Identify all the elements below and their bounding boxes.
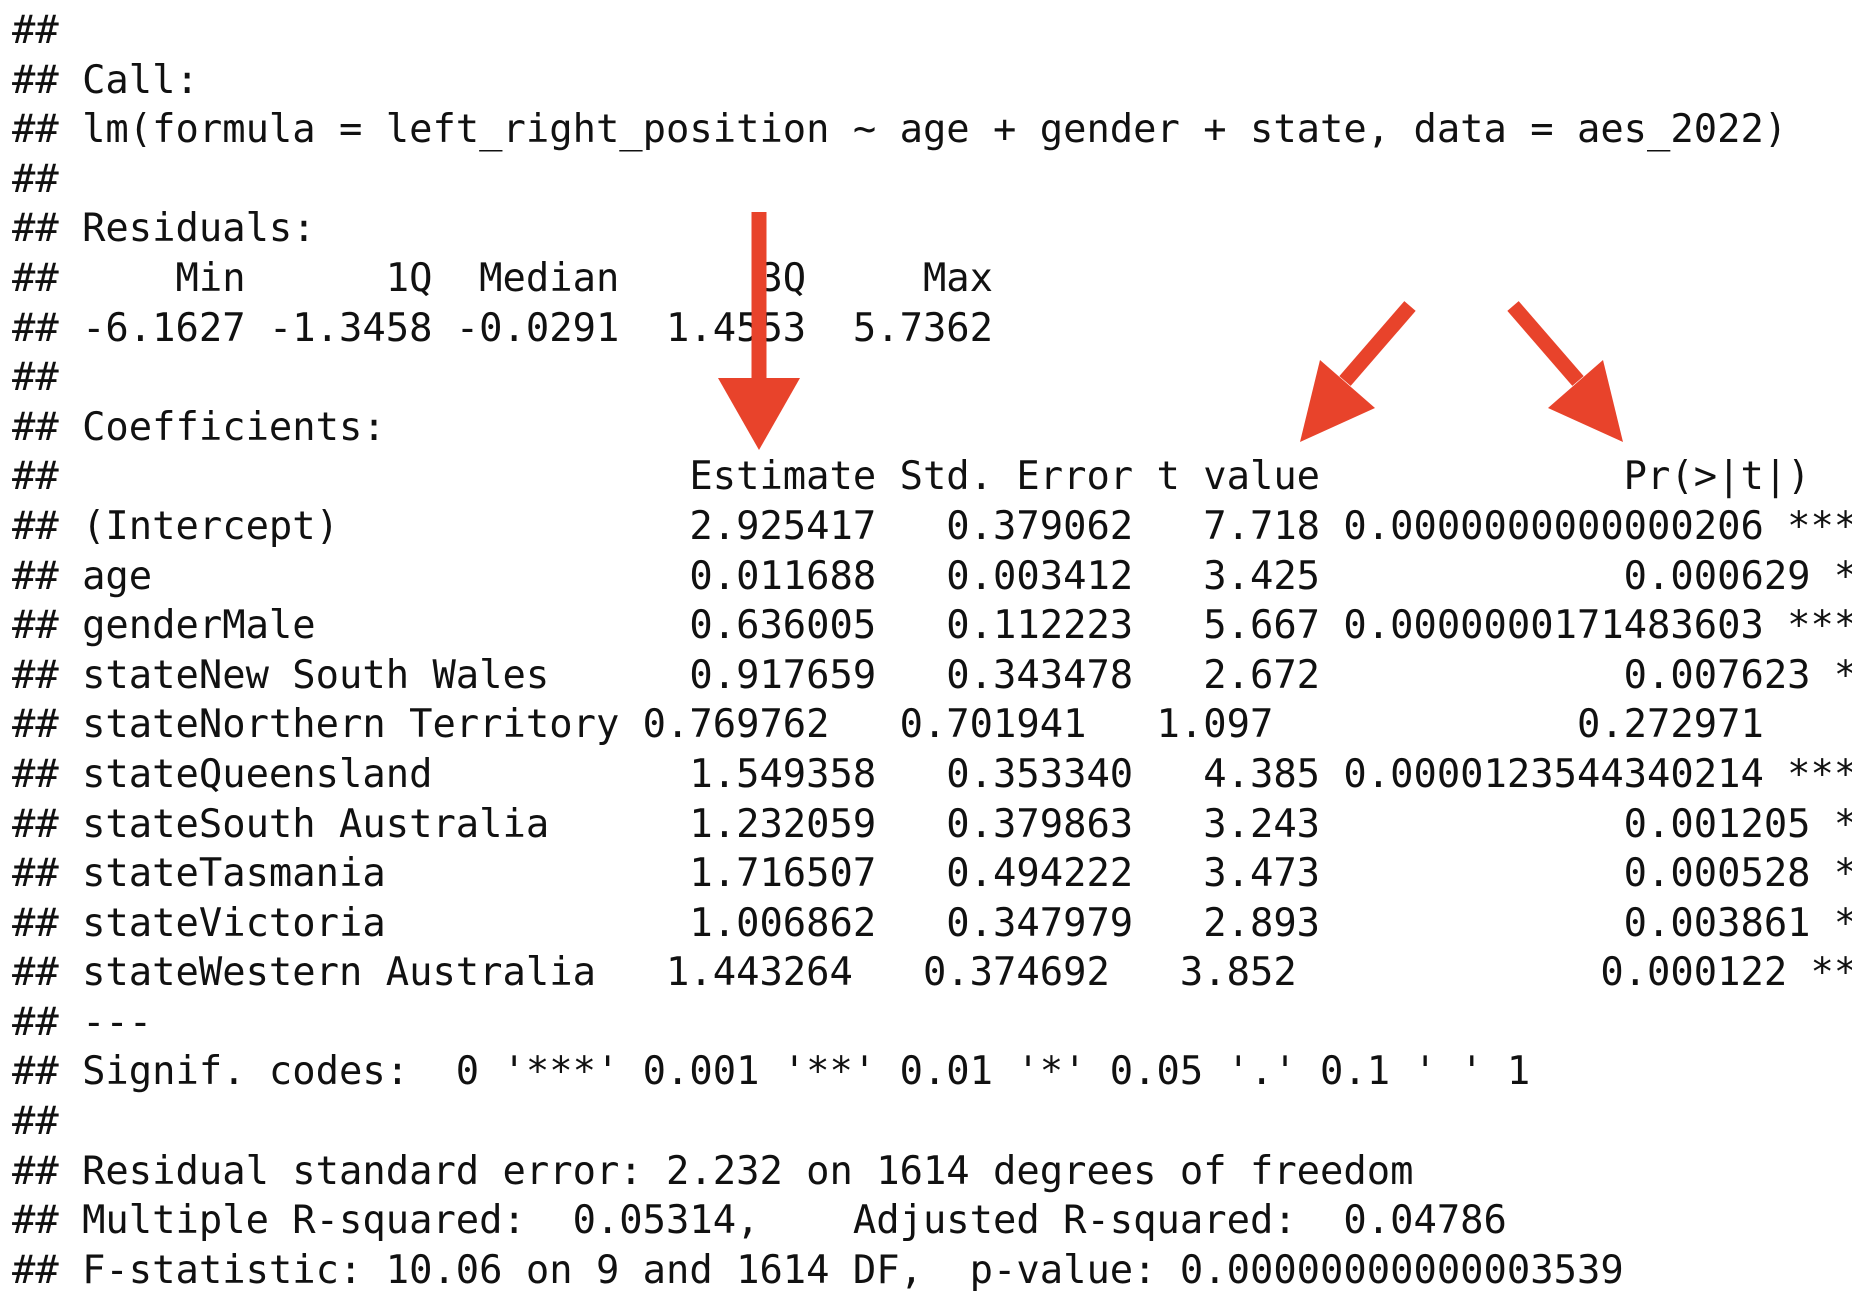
r-squared-line: ## Multiple R-squared: 0.05314, Adjusted… [12, 1198, 1507, 1244]
console-line-7: ## -6.1627 -1.3458 -0.0291 1.4553 5.7362 [12, 305, 994, 351]
coefficient-row-tas: ## stateTasmania 1.716507 0.494222 3.473… [12, 851, 1852, 897]
coefficient-row-age: ## age 0.011688 0.003412 3.425 0.000629 … [12, 553, 1852, 599]
console-line-4: ## [12, 156, 59, 202]
console-line-8: ## [12, 355, 59, 401]
r-console-output: ## ## Call: ## lm(formula = left_right_pos… [12, 6, 1852, 1295]
coefficient-row-nsw: ## stateNew South Wales 0.917659 0.34347… [12, 652, 1852, 698]
signif-codes-line: ## Signif. codes: 0 '***' 0.001 '**' 0.0… [12, 1049, 1531, 1095]
residual-se-line: ## Residual standard error: 2.232 on 161… [12, 1148, 1414, 1194]
console-line-2: ## Call: [12, 57, 199, 103]
console-line-6: ## Min 1Q Median 3Q Max [12, 255, 994, 301]
coefficient-row-intercept: ## (Intercept) 2.925417 0.379062 7.718 0… [12, 503, 1852, 549]
console-line-3: ## lm(formula = left_right_position ~ ag… [12, 107, 1788, 153]
coefficient-row-nt: ## stateNorthern Territory 0.769762 0.70… [12, 702, 1764, 748]
coefficient-row-qld: ## stateQueensland 1.549358 0.353340 4.3… [12, 751, 1852, 797]
coefficient-row-wa: ## stateWestern Australia 1.443264 0.374… [12, 950, 1852, 996]
f-statistic-line: ## F-statistic: 10.06 on 9 and 1614 DF, … [12, 1247, 1624, 1293]
console-line-5: ## Residuals: [12, 206, 316, 252]
console-line-9: ## Coefficients: [12, 404, 386, 450]
coefficient-row-gendermale: ## genderMale 0.636005 0.112223 5.667 0.… [12, 603, 1852, 649]
coefficient-row-vic: ## stateVictoria 1.006862 0.347979 2.893… [12, 900, 1852, 946]
coefficient-row-sa: ## stateSouth Australia 1.232059 0.37986… [12, 801, 1852, 847]
console-line-23: ## [12, 1099, 59, 1145]
console-line-21: ## --- [12, 999, 153, 1045]
coefficients-header-line: ## Estimate Std. Error t value Pr(>|t|) [12, 454, 1811, 500]
console-line-1: ## [12, 8, 59, 53]
